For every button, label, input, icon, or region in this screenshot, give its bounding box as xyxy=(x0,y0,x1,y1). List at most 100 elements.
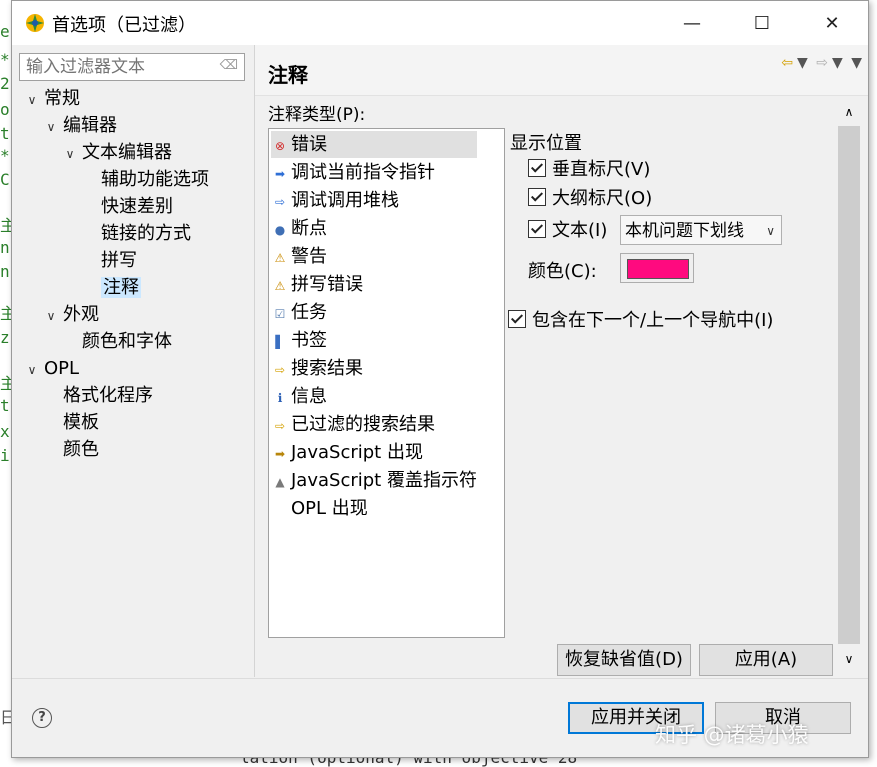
tree-item[interactable]: 辅助功能选项 xyxy=(81,167,209,193)
tree-item-label: 快速差别 xyxy=(101,196,173,217)
scroll-down-icon[interactable]: ∨ xyxy=(837,645,861,673)
tree-item[interactable]: 快速差别 xyxy=(81,194,173,220)
list-item[interactable]: ⚠ 拼写错误 xyxy=(271,271,477,298)
arrow-right-outline-icon: ⇨ xyxy=(274,195,286,209)
background-code-line: i xyxy=(0,446,10,465)
tree-item[interactable]: ∨ 编辑器 xyxy=(43,113,117,139)
tree-item-label: 格式化程序 xyxy=(63,385,153,406)
tree-item[interactable]: 模板 xyxy=(43,410,99,436)
forward-menu-icon[interactable]: ▼ xyxy=(832,55,843,71)
override-icon: ▲ xyxy=(275,475,285,489)
list-item[interactable]: ⇨ 搜索结果 xyxy=(271,355,477,382)
chevron-down-icon[interactable]: ∨ xyxy=(43,303,59,329)
apply-button[interactable]: 应用(A) xyxy=(699,644,833,676)
pane-splitter[interactable] xyxy=(254,45,255,677)
filter-box: ⌫ xyxy=(19,53,245,81)
tree-item[interactable]: ∨ 外观 xyxy=(43,302,99,328)
checkbox-checked-icon xyxy=(528,220,546,238)
vertical-ruler-checkbox[interactable]: 垂直标尺(V) xyxy=(528,157,650,183)
tree-item-label: 颜色和字体 xyxy=(82,331,172,352)
color-label: 颜色(C): xyxy=(528,261,597,282)
text-style-value: 本机问题下划线 xyxy=(625,221,744,241)
page-navigation: ⇦ ▼ ⇨ ▼ ▼ xyxy=(777,55,862,71)
list-item[interactable]: ▌ 书签 xyxy=(271,327,477,354)
minimize-button[interactable]: — xyxy=(657,1,727,45)
overview-ruler-checkbox[interactable]: 大纲标尺(O) xyxy=(528,186,652,212)
restore-defaults-button[interactable]: 恢复缺省值(D) xyxy=(557,644,691,676)
title-bar: 首选项（已过滤） — ☐ ✕ xyxy=(12,1,868,45)
warning-icon: ⚠ xyxy=(274,251,286,265)
chevron-down-icon[interactable]: ∨ xyxy=(24,87,40,113)
list-item-label: 搜索结果 xyxy=(291,358,363,379)
forward-icon[interactable]: ⇨ xyxy=(816,55,828,71)
tree-item[interactable]: ∨ OPL xyxy=(24,356,79,382)
background-code-line: t xyxy=(0,124,10,143)
chevron-down-icon[interactable]: ∨ xyxy=(24,357,40,383)
back-icon[interactable]: ⇦ xyxy=(781,55,793,71)
text-style-select[interactable]: 本机问题下划线 ∨ xyxy=(620,215,782,245)
help-icon[interactable]: ? xyxy=(32,708,52,728)
background-code-line: n xyxy=(0,238,10,257)
bookmark-icon: ▌ xyxy=(275,335,285,349)
list-item[interactable]: ⇨ 调试调用堆栈 xyxy=(271,187,477,214)
list-item-label: OPL 出现 xyxy=(291,498,368,519)
tree-item-label: 外观 xyxy=(63,304,99,325)
list-item[interactable]: ⚠ 警告 xyxy=(271,243,477,270)
tree-item-label: 拼写 xyxy=(101,250,137,271)
chevron-down-icon[interactable]: ∨ xyxy=(62,141,78,167)
watermark: 知乎 @诸葛小猿 xyxy=(655,723,809,747)
list-item[interactable]: ⇨ 已过滤的搜索结果 xyxy=(271,411,477,438)
list-item[interactable]: ⊗ 错误 xyxy=(271,131,477,158)
vertical-scrollbar[interactable]: ∧ ∨ xyxy=(837,98,861,673)
include-navigation-checkbox[interactable]: 包含在下一个/上一个导航中(I) xyxy=(508,308,773,334)
warning-icon: ⚠ xyxy=(274,279,286,293)
clear-filter-icon[interactable]: ⌫ xyxy=(220,58,238,73)
list-item[interactable]: ▲ JavaScript 覆盖指示符 xyxy=(271,467,477,494)
tree-item[interactable]: ∨ 文本编辑器 xyxy=(62,140,172,166)
close-icon: ✕ xyxy=(824,12,840,34)
chevron-down-icon[interactable]: ∨ xyxy=(43,114,59,140)
list-item-label: 错误 xyxy=(291,134,327,155)
back-menu-icon[interactable]: ▼ xyxy=(797,55,808,71)
tree-item[interactable]: 颜色 xyxy=(43,437,99,463)
tree-item-label: 常规 xyxy=(44,88,80,109)
tree-item[interactable]: 链接的方式 xyxy=(81,221,191,247)
text-label: 文本(I) xyxy=(552,220,608,241)
text-checkbox[interactable]: 文本(I) xyxy=(528,218,607,244)
list-item[interactable]: ● 断点 xyxy=(271,215,477,242)
color-swatch xyxy=(627,259,689,279)
tree-item[interactable]: 拼写 xyxy=(81,248,137,274)
list-item-label: 断点 xyxy=(291,218,327,239)
scrollbar-thumb[interactable] xyxy=(838,126,860,644)
list-item[interactable]: ➡ JavaScript 出现 xyxy=(271,439,477,466)
filter-input[interactable] xyxy=(24,55,218,79)
task-icon: ☑ xyxy=(274,307,286,321)
tree-item[interactable]: 格式化程序 xyxy=(43,383,153,409)
list-item[interactable]: ℹ 信息 xyxy=(271,383,477,410)
tree-item-label: 链接的方式 xyxy=(101,223,191,244)
view-menu-icon[interactable]: ▼ xyxy=(851,55,862,71)
list-item-label: 任务 xyxy=(291,302,327,323)
list-item[interactable]: ☑ 任务 xyxy=(271,299,477,326)
background-code-line: t xyxy=(0,396,10,415)
background-code-line: C xyxy=(0,170,10,189)
tree-item[interactable]: 颜色和字体 xyxy=(62,329,172,355)
info-icon: ℹ xyxy=(277,391,283,405)
list-item[interactable]: OPL 出现 xyxy=(271,495,477,522)
tree-item[interactable]: ∨ 常规 xyxy=(24,86,80,112)
background-code-line: * xyxy=(0,50,10,69)
tree-item-label: 颜色 xyxy=(63,439,99,460)
arrow-right-icon: ➡ xyxy=(274,167,286,181)
scroll-up-icon[interactable]: ∧ xyxy=(837,98,861,126)
tree-item[interactable]: 注释 xyxy=(81,275,141,301)
checkbox-checked-icon xyxy=(528,159,546,177)
background-code-line: z xyxy=(0,328,10,347)
close-button[interactable]: ✕ xyxy=(797,1,867,45)
background-code-line: e xyxy=(0,22,10,41)
annotation-types-list[interactable]: ⊗ 错误 ➡ 调试当前指令指针 ⇨ 调试调用堆栈 ● 断点 ⚠ 警告 ⚠ 拼写错误 ☑ 任务 ▌ 书签 ⇨ 搜索结… xyxy=(268,128,505,638)
list-item[interactable]: ➡ 调试当前指令指针 xyxy=(271,159,477,186)
include-navigation-label: 包含在下一个/上一个导航中(I) xyxy=(532,310,774,331)
maximize-button[interactable]: ☐ xyxy=(727,1,797,45)
color-picker-button[interactable] xyxy=(620,253,694,283)
list-item-label: 调试当前指令指针 xyxy=(291,162,435,183)
